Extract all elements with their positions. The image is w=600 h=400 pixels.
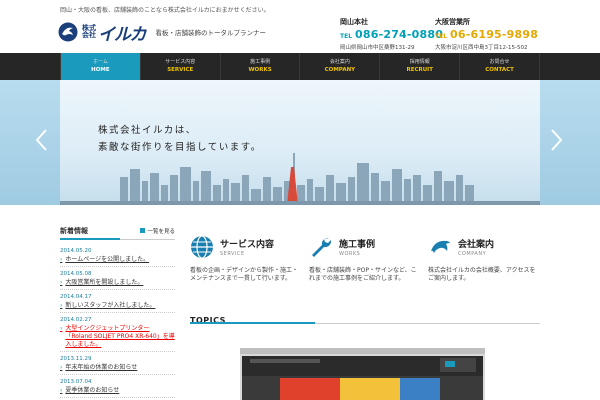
news-title: 新着情報 xyxy=(60,226,88,235)
service-subtitle: COMPANY xyxy=(458,251,487,257)
globe-icon xyxy=(191,235,213,259)
service-subtitle: SERVICE xyxy=(220,251,245,257)
wrench-icon xyxy=(312,237,332,257)
services-section: サービス内容 SERVICE 看板の企画・デザインから製作・施工・メンテナンスま… xyxy=(190,235,540,283)
service-card-company[interactable]: 会社案内 COMPANY 株式会社イルカの会社概要、アクセスをご案内します。 xyxy=(428,235,540,283)
news-text: 大型インクジェットプリンター「Roland SOLJET PRO4 XR-640… xyxy=(65,325,175,348)
nav-item-company[interactable]: 会社案内 COMPANY xyxy=(300,53,381,80)
nav-label-jp: 採用情報 xyxy=(409,59,430,65)
square-icon xyxy=(140,228,146,233)
news-item: 2014.04.17 › 新しいスタッフが入社しました。 xyxy=(60,294,175,313)
nav-label-en: RECRUIT xyxy=(406,67,433,73)
service-title: 施工事例 xyxy=(339,240,376,250)
news-text: 年末年始の休業のお知らせ xyxy=(65,364,138,371)
office-osaka: 大阪営業所 TEL 06-6195-9898 大阪市淀川区西中島3丁目12-15… xyxy=(435,17,538,51)
nav-label-jp: お問合せ xyxy=(489,59,510,65)
news-list: 2014.05.20 › ホームページを公開しました。 2014.05.08 › 大… xyxy=(60,248,175,398)
office-phone[interactable]: 086-274-0880 xyxy=(355,28,443,41)
news-link[interactable]: › 年末年始の休業のお知らせ xyxy=(60,364,175,375)
news-text: 夏季休業のお知らせ xyxy=(65,387,120,394)
service-description: 株式会社イルカの会社概要、アクセスをご案内します。 xyxy=(428,267,536,282)
office-phone[interactable]: 06-6195-9898 xyxy=(450,28,538,41)
news-date: 2013.11.29 xyxy=(60,356,92,362)
nav-label-jp: サービス内容 xyxy=(165,59,196,65)
topics-title: TOPICS xyxy=(190,316,226,325)
news-date: 2014.02.27 xyxy=(60,317,92,323)
hero-slider: 株式会社イルカは、 素敵な街作りを目指しています。 xyxy=(0,80,600,205)
news-sidebar: 新着情報 一覧を見る 2014.05.20 › ホームページを公開しました。 20… xyxy=(60,222,175,400)
office-address: 岡山県岡山市中区桑野131-29 xyxy=(340,45,415,51)
service-subtitle: WORKS xyxy=(339,251,361,257)
hero-line-1: 株式会社イルカは、 xyxy=(98,125,197,136)
news-item: 2013.07.04 › 夏季休業のお知らせ xyxy=(60,379,175,398)
news-item: 2014.05.08 › 大阪営業所を開設しました。 xyxy=(60,271,175,290)
nav-label-en: HOME xyxy=(91,67,110,73)
arrow-icon: › xyxy=(60,325,63,332)
news-text: 新しいスタッフが入社しました。 xyxy=(65,302,156,309)
news-date: 2014.04.17 xyxy=(60,294,92,300)
nav-label-en: WORKS xyxy=(248,67,272,73)
tel-label: TEL xyxy=(435,33,448,40)
news-text: ホームページを公開しました。 xyxy=(65,256,150,263)
nav-item-service[interactable]: サービス内容 SERVICE xyxy=(141,53,221,80)
news-link[interactable]: › 大阪営業所を開設しました。 xyxy=(60,279,175,290)
news-list-label: 一覧を見る xyxy=(147,228,175,235)
hero-slide: 株式会社イルカは、 素敵な街作りを目指しています。 xyxy=(60,80,540,205)
city-skyline-image xyxy=(60,153,540,205)
nav-item-recruit[interactable]: 採用情報 RECRUIT xyxy=(380,53,461,80)
nav-label-en: COMPANY xyxy=(324,67,356,73)
service-card-works[interactable]: 施工事例 WORKS 看板・店舗装飾・POP・サインなど、これまでの施工事例をご… xyxy=(309,235,421,283)
news-link[interactable]: › 新しいスタッフが入社しました。 xyxy=(60,302,175,313)
news-header: 新着情報 一覧を見る xyxy=(60,222,175,240)
service-title: 会社案内 xyxy=(458,240,495,250)
tel-label: TEL xyxy=(340,33,353,40)
office-title: 岡山本社 xyxy=(340,18,368,26)
site-logo[interactable]: 株式会社 イルカ 看板・店舗装飾のトータルプランナー xyxy=(58,19,268,45)
dolphin-icon xyxy=(431,240,450,253)
nav-label-en: CONTACT xyxy=(485,67,514,73)
nav-label-jp: 会社案内 xyxy=(329,59,350,65)
news-date: 2013.07.04 xyxy=(60,379,92,385)
news-date: 2014.05.08 xyxy=(60,271,92,277)
nav-item-contact[interactable]: お問合せ CONTACT xyxy=(460,53,540,80)
page: 岡山・大阪の看板、店舗装飾のことなら株式会社イルカにおまかせください。 株式会社… xyxy=(0,0,600,400)
news-link[interactable]: › 夏季休業のお知らせ xyxy=(60,387,175,398)
hero-side-left xyxy=(0,80,60,205)
slider-prev-arrow-icon[interactable] xyxy=(34,128,50,152)
nav-label-jp: 施工事例 xyxy=(250,59,271,65)
news-link[interactable]: › 大型インクジェットプリンター「Roland SOLJET PRO4 XR-64… xyxy=(60,325,175,352)
news-item: 2013.11.29 › 年末年始の休業のお知らせ xyxy=(60,356,175,375)
office-address: 大阪市淀川区西中島3丁目12-15-502 xyxy=(435,45,528,51)
news-item: 2014.05.20 › ホームページを公開しました。 xyxy=(60,248,175,267)
slider-next-arrow-icon[interactable] xyxy=(548,128,564,152)
nav-item-works[interactable]: 施工事例 WORKS xyxy=(221,53,301,80)
news-list-button[interactable]: 一覧を見る xyxy=(140,227,175,235)
news-link[interactable]: › ホームページを公開しました。 xyxy=(60,256,175,267)
arrow-icon: › xyxy=(60,256,63,263)
dolphin-logo-icon xyxy=(58,22,78,42)
nav-label-en: SERVICE xyxy=(167,67,194,73)
arrow-icon: › xyxy=(60,364,63,371)
header-tagline: 岡山・大阪の看板、店舗装飾のことなら株式会社イルカにおまかせください。 xyxy=(60,7,270,14)
service-card-service[interactable]: サービス内容 SERVICE 看板の企画・デザインから製作・施工・メンテナンスま… xyxy=(190,235,302,283)
arrow-icon: › xyxy=(60,387,63,394)
logo-subtitle: 看板・店舗装飾のトータルプランナー xyxy=(155,29,267,37)
logo-name: イルカ xyxy=(98,24,146,45)
service-description: 看板の企画・デザインから製作・施工・メンテナンスまで一貫して行います。 xyxy=(190,267,299,282)
main-nav: ホーム HOME サービス内容 SERVICE 施工事例 WORKS 会社案内 … xyxy=(0,53,600,80)
arrow-icon: › xyxy=(60,279,63,286)
service-title: サービス内容 xyxy=(220,240,275,250)
logo-corp: 株式会社 xyxy=(82,24,96,39)
service-description: 看板・店舗装飾・POP・サインなど、これまでの施工事例をご紹介します。 xyxy=(309,267,417,282)
news-date: 2014.05.20 xyxy=(60,248,92,254)
printer-image xyxy=(240,348,485,400)
office-title: 大阪営業所 xyxy=(435,18,470,26)
office-okayama: 岡山本社 TEL 086-274-0880 岡山県岡山市中区桑野131-29 xyxy=(340,17,443,51)
news-text: 大阪営業所を開設しました。 xyxy=(65,279,144,286)
arrow-icon: › xyxy=(60,302,63,309)
topics-header: TOPICS xyxy=(190,308,540,325)
nav-item-home[interactable]: ホーム HOME xyxy=(60,53,141,80)
nav-label-jp: ホーム xyxy=(92,59,108,65)
news-item: 2014.02.27 › 大型インクジェットプリンター「Roland SOLJET… xyxy=(60,317,175,352)
